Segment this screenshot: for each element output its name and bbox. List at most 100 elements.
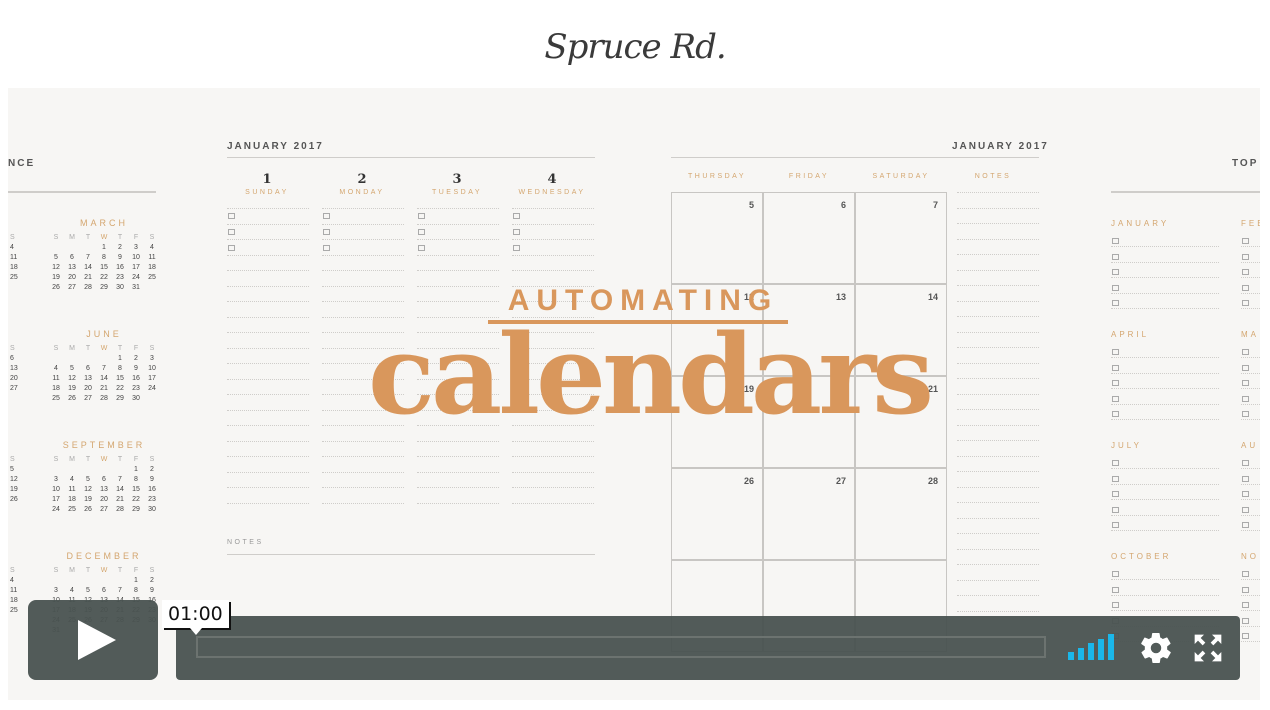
writing-line — [227, 254, 309, 256]
writing-line — [512, 208, 594, 209]
video-title-overlay: AUTOMATING calendars — [368, 284, 934, 430]
week-day-number: 27 — [835, 476, 846, 486]
mini-calendar-day: 25 — [52, 395, 60, 402]
writing-line — [227, 440, 309, 442]
day-number: 4 — [547, 172, 557, 187]
mini-calendar-day: 7 — [102, 365, 106, 372]
priority-line — [1111, 499, 1219, 500]
mini-calendar-day: 28 — [84, 284, 92, 291]
notes-line — [957, 517, 1039, 519]
play-icon — [78, 620, 116, 660]
cut-off-day: 4 — [10, 244, 14, 251]
mini-calendar-day: 4 — [70, 587, 74, 594]
mini-calendar-day: 12 — [84, 486, 92, 493]
cut-off-day: S — [10, 567, 15, 574]
mini-calendar-day: 30 — [148, 506, 156, 513]
daily-title: JANUARY 2017 — [227, 141, 324, 152]
notes-line — [957, 471, 1039, 472]
priority-month-january: JANUARY — [1111, 219, 1170, 228]
priority-checkbox — [1242, 349, 1249, 355]
week-day-cell: 26 — [671, 468, 763, 560]
task-checkbox — [513, 245, 520, 251]
cut-off-month-column: S 4 11 18 25 — [10, 567, 18, 614]
cut-off-day: 26 — [10, 496, 18, 503]
priority-line — [1111, 514, 1219, 516]
weekday-letter: W — [100, 234, 108, 241]
mini-calendar-day: 5 — [54, 254, 58, 261]
writing-line — [322, 456, 404, 457]
cut-off-month-column: S 4 11 18 25 — [10, 234, 18, 281]
mini-calendar-day: 14 — [116, 486, 124, 493]
weekday-letter: S — [53, 456, 59, 463]
priority-checkbox — [1242, 491, 1249, 497]
day-header-monday: 2 MONDAY — [317, 172, 407, 196]
task-checkbox — [513, 213, 520, 219]
cut-off-day: 18 — [10, 597, 18, 604]
priority-checkbox — [1112, 460, 1119, 466]
writing-line — [417, 456, 499, 457]
cut-off-day: S — [10, 345, 15, 352]
task-checkbox — [323, 245, 330, 251]
gear-icon[interactable] — [1138, 630, 1174, 666]
writing-line — [227, 409, 309, 411]
volume-bar-5 — [1108, 634, 1114, 660]
mini-calendar-day — [144, 395, 160, 402]
weekday-letter: W — [100, 345, 108, 352]
writing-line — [417, 254, 499, 256]
mini-calendar-day: 23 — [148, 496, 156, 503]
weekday-letter: W — [100, 456, 108, 463]
priority-line — [1241, 625, 1260, 627]
priority-line — [1241, 261, 1260, 263]
priority-line — [1111, 530, 1219, 531]
control-bar — [176, 616, 1240, 680]
notes-line — [957, 393, 1039, 395]
priority-checkbox — [1242, 238, 1249, 244]
mini-calendar-day: 6 — [102, 587, 106, 594]
cut-off-day: 12 — [10, 476, 18, 483]
mini-calendar-day: 23 — [132, 385, 140, 392]
weekly-header-notes: NOTES — [974, 173, 1012, 180]
writing-line — [512, 270, 594, 271]
priority-checkbox — [1112, 411, 1119, 417]
mini-calendar-day — [48, 244, 64, 251]
writing-line — [227, 270, 309, 271]
day-header-sunday: 1 SUNDAY — [222, 172, 312, 196]
play-button[interactable] — [28, 600, 158, 680]
mini-calendar-day: 13 — [68, 264, 76, 271]
fullscreen-icon[interactable] — [1192, 632, 1224, 664]
mini-calendar-day: 7 — [86, 254, 90, 261]
mini-calendar-day: 13 — [84, 375, 92, 382]
priority-month-october: OCTOBER — [1111, 552, 1172, 561]
cut-off-day: S — [10, 456, 15, 463]
mini-calendar-day: 5 — [86, 587, 90, 594]
mini-calendar-day: 22 — [132, 496, 140, 503]
writing-line — [322, 239, 404, 240]
priority-month-cutoff: NO — [1241, 552, 1259, 561]
mini-calendar-day: 15 — [116, 375, 124, 382]
writing-line — [227, 208, 309, 209]
volume-bar-4 — [1098, 639, 1104, 660]
week-day-number: 5 — [748, 200, 754, 210]
mini-calendar-march: MARCH S M T W T F S 1 2 3 4 5 6 7 8 9 10 11 12 13 14 15 16 17 18 1… — [48, 218, 160, 291]
progress-bar[interactable] — [196, 636, 1046, 658]
priority-month-cutoff: FEB — [1241, 219, 1260, 228]
mini-calendar-day: 17 — [148, 375, 156, 382]
priority-checkbox — [1112, 238, 1119, 244]
weekday-letter: M — [69, 567, 75, 574]
priority-checkbox — [1112, 522, 1119, 528]
weekly-divider — [671, 157, 1039, 158]
weekday-letter: F — [133, 456, 139, 463]
weekday-letter: T — [117, 234, 123, 241]
writing-line — [227, 471, 309, 473]
volume-icon[interactable] — [1068, 634, 1116, 662]
writing-line — [512, 223, 594, 225]
priority-line — [1111, 261, 1219, 263]
mini-calendar-day — [48, 466, 64, 473]
writing-line — [417, 223, 499, 225]
mini-calendar-june: JUNE S M T W T F S 1 2 3 4 5 6 7 8 9 10 11 12 13 14 15 16 17 18 19… — [48, 329, 160, 402]
mini-calendar-day: 19 — [52, 274, 60, 281]
day-number: 3 — [452, 172, 462, 187]
priority-line — [1241, 641, 1260, 642]
task-checkbox — [323, 213, 330, 219]
writing-line — [227, 285, 309, 287]
